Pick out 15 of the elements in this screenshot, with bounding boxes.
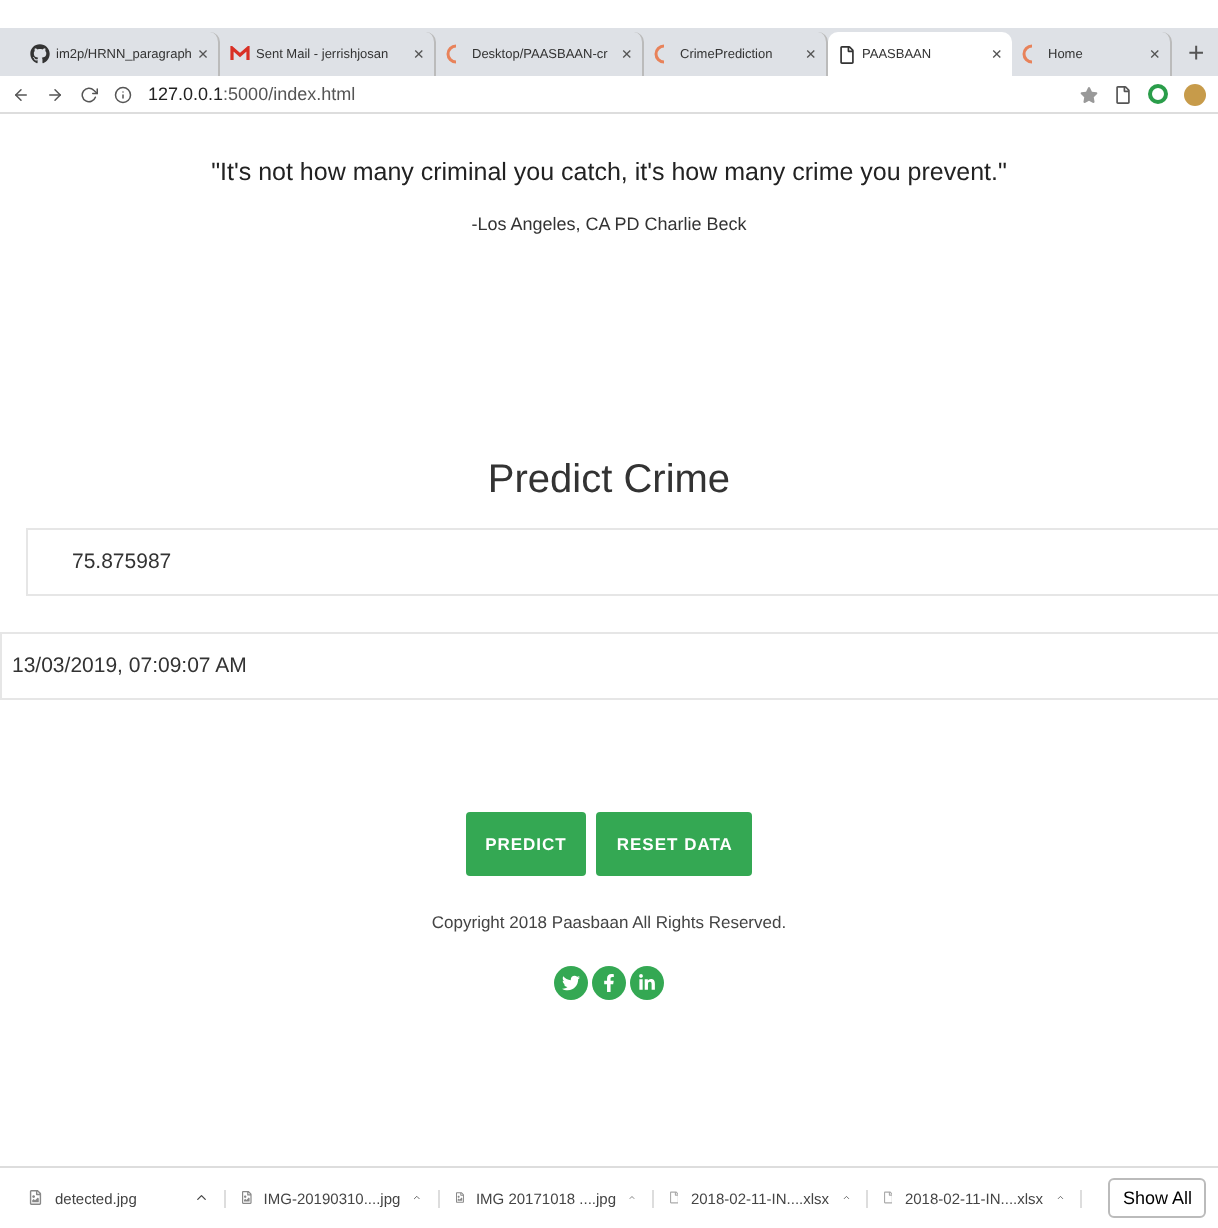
close-icon[interactable]: × — [197, 44, 209, 64]
quote-text: "It's not how many criminal you catch, it's how many crime you prevent." — [211, 158, 1007, 186]
new-tab-button[interactable]: + — [1188, 36, 1205, 68]
close-icon[interactable]: × — [621, 44, 632, 64]
close-icon[interactable]: × — [413, 44, 424, 64]
input-field[interactable]: 13/03/2019, 07:09:07 AM — [0, 632, 1218, 700]
close-icon[interactable]: × — [1149, 44, 1160, 64]
address-field[interactable]: 127.0.0.1:5000/index.html — [148, 84, 1064, 104]
input-field[interactable]: 75.875987 — [26, 528, 1218, 596]
page-heading: Predict Crime — [487, 458, 731, 504]
copyright-text: Copyright 2018 Paasbaan All Rights Reserved. — [431, 912, 787, 932]
show-all-button[interactable]: Show All — [1108, 1178, 1206, 1218]
close-icon[interactable]: × — [991, 44, 1002, 64]
quote-author: -Los Angeles, CA PD Charlie Beck — [471, 214, 747, 234]
close-icon[interactable]: × — [805, 44, 816, 64]
